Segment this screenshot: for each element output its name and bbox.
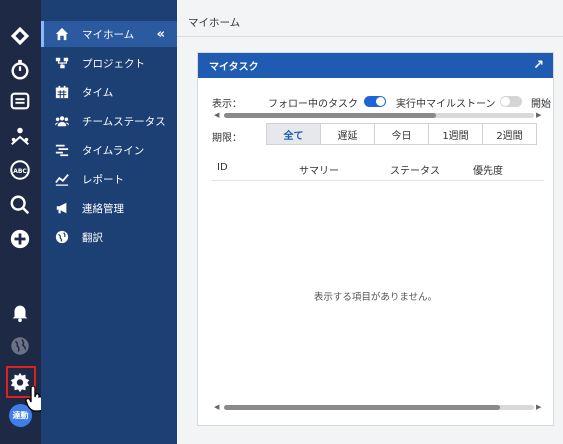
column-id[interactable]: ID	[217, 162, 228, 173]
sidebar-item-label: タイム	[82, 86, 114, 99]
sidebar-item-label: マイホーム	[82, 28, 135, 41]
table-scroll-right-arrow[interactable]: ▶	[536, 403, 541, 411]
sidebar-item-project[interactable]: プロジェクト	[41, 50, 177, 76]
sidebar-item-myhome[interactable]: マイホーム «	[41, 21, 177, 47]
table-scrollbar[interactable]	[224, 405, 534, 410]
timer-icon[interactable]	[8, 58, 32, 82]
bell-icon[interactable]	[8, 300, 32, 324]
home-icon	[54, 26, 70, 42]
globe-icon[interactable]	[8, 334, 32, 358]
sidebar-item-label: タイムライン	[82, 144, 145, 157]
sidebar-item-label: チームステータス	[82, 115, 166, 128]
header-divider	[177, 36, 563, 37]
card-title: マイタスク	[209, 62, 259, 73]
sidebar-item-label: 翻訳	[82, 231, 103, 244]
project-icon	[54, 55, 70, 71]
card-header: マイタスク ↗	[198, 53, 553, 78]
sidebar-item-label: プロジェクト	[82, 57, 145, 70]
icon-rail: ABC 達動	[0, 0, 46, 444]
scroll-right-arrow[interactable]: ▶	[536, 111, 541, 119]
filter-scrollbar[interactable]	[224, 113, 534, 118]
open-label: 開始	[531, 99, 551, 110]
sidebar-nav: マイホーム « プロジェクト タイム チームステータス タイムライン レポート …	[41, 0, 177, 444]
sidebar-item-translate[interactable]: 翻訳	[41, 224, 177, 250]
sidebar-item-time[interactable]: タイム	[41, 79, 177, 105]
limit-tabs: 全て 遅延 今日 1週間 2週間	[266, 123, 537, 145]
abc-icon[interactable]: ABC	[8, 158, 32, 182]
tab-today[interactable]: 今日	[374, 123, 429, 145]
scroll-left-arrow[interactable]: ◀	[214, 111, 219, 119]
sidebar-item-label: 連絡管理	[82, 202, 124, 215]
tab-2weeks[interactable]: 2週間	[482, 123, 537, 145]
collapse-sidebar-button[interactable]: «	[157, 27, 165, 42]
megaphone-icon	[54, 200, 70, 216]
svg-text:ABC: ABC	[13, 168, 26, 175]
expand-icon[interactable]: ↗	[533, 58, 544, 73]
my-tasks-card: マイタスク ↗ 表示： フォロー中のタスク 実行中マイルストーン 開始 ◀ ▶ …	[197, 52, 554, 426]
chart-icon	[54, 171, 70, 187]
active-milestone-toggle[interactable]	[500, 96, 522, 107]
timeline-icon	[54, 142, 70, 158]
calendar-icon	[54, 84, 70, 100]
follow-tasks-toggle[interactable]	[364, 96, 386, 107]
tab-overdue[interactable]: 遅延	[320, 123, 375, 145]
follow-tasks-label: フォロー中のタスク	[268, 99, 358, 110]
translate-icon	[54, 229, 70, 245]
logo-icon[interactable]	[8, 24, 32, 48]
show-label: 表示：	[212, 99, 242, 110]
breadcrumb: マイホーム	[188, 17, 241, 29]
folder-icon[interactable]	[8, 89, 32, 113]
column-status[interactable]: ステータス	[390, 162, 440, 177]
empty-message: 表示する項目がありません。	[313, 292, 438, 303]
sidebar-item-contact-management[interactable]: 連絡管理	[41, 195, 177, 221]
table-scroll-left-arrow[interactable]: ◀	[214, 403, 219, 411]
sidebar-item-timeline[interactable]: タイムライン	[41, 137, 177, 163]
search-icon[interactable]	[8, 193, 32, 217]
tab-1week[interactable]: 1週間	[428, 123, 483, 145]
plus-icon[interactable]	[8, 227, 32, 251]
sidebar-item-team-status[interactable]: チームステータス	[41, 108, 177, 134]
column-priority[interactable]: 優先度	[473, 162, 503, 177]
tab-all[interactable]: 全て	[266, 123, 321, 145]
sidebar-item-label: レポート	[82, 173, 124, 186]
table-header: ID サマリー ステータス 優先度	[212, 153, 544, 181]
column-summary[interactable]: サマリー	[299, 162, 339, 177]
team-icon[interactable]	[8, 124, 32, 148]
active-milestone-label: 実行中マイルストーン	[396, 99, 496, 110]
limit-label: 期限：	[212, 133, 242, 144]
sidebar-item-report[interactable]: レポート	[41, 166, 177, 192]
users-icon	[54, 113, 70, 129]
